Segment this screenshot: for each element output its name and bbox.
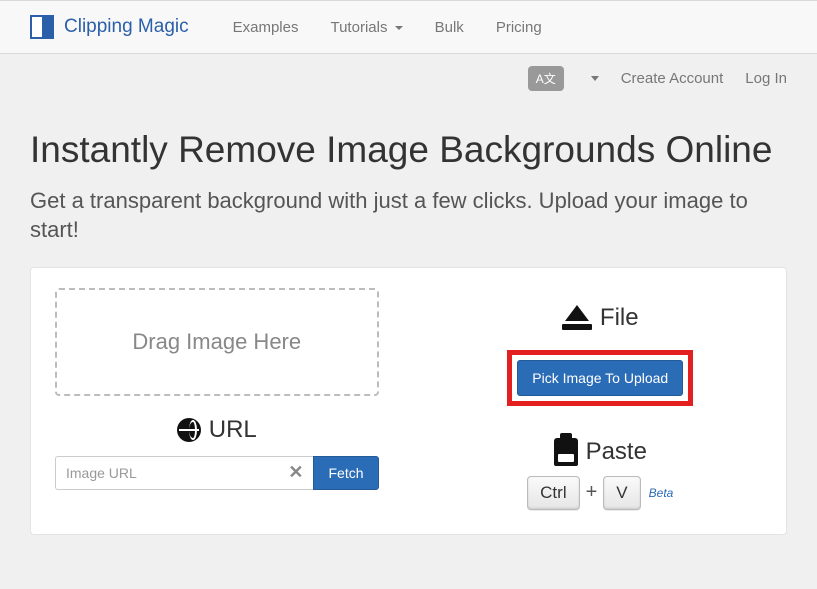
translate-icon: A文: [536, 70, 556, 87]
url-section-head: URL: [177, 416, 257, 444]
key-v: V: [603, 476, 640, 510]
nav-tutorials[interactable]: Tutorials: [314, 4, 418, 51]
caret-down-icon: [395, 26, 403, 30]
nav-examples[interactable]: Examples: [217, 4, 315, 51]
secondary-bar: A文 Create Account Log In: [0, 54, 817, 91]
beta-label: Beta: [649, 486, 674, 500]
nav-tutorials-label: Tutorials: [330, 19, 387, 36]
brand-link[interactable]: Clipping Magic: [64, 16, 189, 38]
url-label: URL: [209, 416, 257, 444]
language-button[interactable]: A文: [528, 66, 564, 91]
page-title: Instantly Remove Image Backgrounds Onlin…: [30, 129, 787, 172]
logo-icon[interactable]: [30, 15, 54, 39]
navbar: Clipping Magic Examples Tutorials Bulk P…: [0, 0, 817, 54]
nav-pricing[interactable]: Pricing: [480, 4, 558, 51]
url-input-wrap: ✕: [55, 456, 313, 490]
main-container: Instantly Remove Image Backgrounds Onlin…: [0, 91, 817, 535]
url-row: ✕ Fetch: [55, 456, 379, 490]
clipboard-icon: [554, 438, 578, 466]
globe-icon: [177, 418, 201, 442]
col-right: File Pick Image To Upload Paste Ctrl + V…: [439, 288, 763, 510]
page-subtitle: Get a transparent background with just a…: [30, 186, 787, 245]
file-label: File: [600, 304, 639, 332]
caret-down-icon: [591, 76, 599, 81]
highlight-box: Pick Image To Upload: [507, 350, 693, 406]
upload-panel: Drag Image Here URL ✕ Fetch File: [30, 267, 787, 535]
log-in-link[interactable]: Log In: [745, 70, 787, 87]
paste-keys: Ctrl + V Beta: [527, 476, 673, 510]
col-left: Drag Image Here URL ✕ Fetch: [55, 288, 379, 510]
clear-icon[interactable]: ✕: [286, 462, 305, 483]
fetch-button[interactable]: Fetch: [313, 456, 378, 490]
create-account-link[interactable]: Create Account: [621, 70, 724, 87]
key-plus: +: [586, 481, 598, 504]
file-section-head: File: [562, 304, 639, 332]
key-ctrl: Ctrl: [527, 476, 579, 510]
paste-section-head: Paste: [554, 438, 647, 466]
nav-bulk[interactable]: Bulk: [419, 4, 480, 51]
url-input[interactable]: [66, 457, 286, 489]
upload-icon: [562, 305, 592, 330]
drag-drop-zone[interactable]: Drag Image Here: [55, 288, 379, 396]
paste-label: Paste: [586, 438, 647, 466]
pick-image-button[interactable]: Pick Image To Upload: [517, 360, 683, 396]
drag-label: Drag Image Here: [132, 329, 301, 355]
